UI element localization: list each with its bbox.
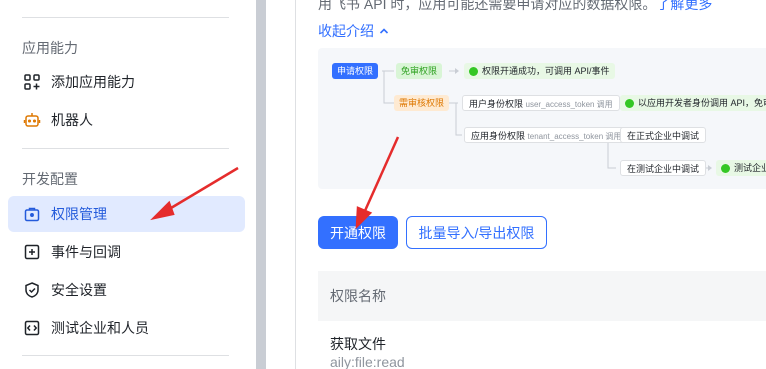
diagram-user-token: user_access_token 调用 <box>525 100 613 109</box>
sidebar-item-robot[interactable]: 机器人 <box>8 102 245 138</box>
chevron-up-icon <box>379 28 389 34</box>
check-circle-icon <box>625 98 634 108</box>
lock-icon <box>23 205 41 223</box>
diagram-free-result: 权限开通成功，可调用 API/事件 <box>464 63 615 79</box>
sidebar-item-events[interactable]: 事件与回调 <box>8 234 245 270</box>
shield-icon <box>23 281 41 299</box>
sidebar-item-label: 安全设置 <box>51 282 107 298</box>
section-title-app: 应用能力 <box>22 40 78 56</box>
sidebar-item-add-capability[interactable]: 添加应用能力 <box>8 64 245 100</box>
diagram-apply-tag: 申请权限 <box>332 63 379 79</box>
sidebar: 应用能力 添加应用能力 机器人 开发配置 权限管理 事件与回调 安全设置 测试企… <box>0 0 256 369</box>
diagram-user-perm-label: 用户身份权限 <box>469 99 524 109</box>
permission-row-scope: aily:file:read <box>330 354 405 369</box>
open-permission-button[interactable]: 开通权限 <box>318 216 398 249</box>
intro-text: 用飞书 API 时，应用可能还需要申请对应的数据权限。了解更多 <box>318 0 712 14</box>
sidebar-item-permissions[interactable]: 权限管理 <box>8 196 245 232</box>
diagram-user-result: 以应用开发者身份调用 API，免审 <box>620 95 766 111</box>
sidebar-item-label: 事件与回调 <box>51 244 121 260</box>
sidebar-item-label: 机器人 <box>51 112 93 128</box>
diagram-app-perm: 应用身份权限 tenant_access_token 调用 <box>464 127 629 143</box>
check-circle-icon <box>469 66 478 76</box>
sidebar-divider <box>22 148 229 149</box>
permission-flow-diagram: 申请权限 免审权限 权限开通成功，可调用 API/事件 需审核权限 用户身份权限… <box>318 48 766 189</box>
sidebar-item-label: 添加应用能力 <box>51 74 135 90</box>
collapse-label: 收起介绍 <box>318 23 374 39</box>
diagram-app-perm-label: 应用身份权限 <box>471 131 526 141</box>
code-icon <box>23 319 41 337</box>
grid-add-icon <box>23 73 41 91</box>
robot-icon <box>23 111 41 129</box>
sidebar-item-test-enterprise[interactable]: 测试企业和人员 <box>8 310 245 346</box>
intro-text-body: 用飞书 API 时，应用可能还需要申请对应的数据权限。 <box>318 0 657 12</box>
diagram-app-token: tenant_access_token 调用 <box>527 132 622 141</box>
sidebar-divider <box>22 17 229 18</box>
plus-square-icon <box>23 243 41 261</box>
sidebar-scrollbar[interactable] <box>256 0 266 369</box>
sidebar-divider <box>22 355 229 356</box>
column-permission-name: 权限名称 <box>330 288 386 304</box>
sidebar-item-label: 权限管理 <box>51 206 107 222</box>
diagram-test-result-text: 测试企业 <box>734 163 766 173</box>
diagram-free-tag: 免审权限 <box>396 63 443 79</box>
table-header: 权限名称 <box>318 271 766 321</box>
diagram-free-result-text: 权限开通成功，可调用 API/事件 <box>482 66 610 76</box>
check-circle-icon <box>721 163 730 173</box>
sidebar-item-security[interactable]: 安全设置 <box>8 272 245 308</box>
diagram-test-result: 测试企业 <box>716 160 766 176</box>
app-window: 应用能力 添加应用能力 机器人 开发配置 权限管理 事件与回调 安全设置 测试企… <box>0 0 766 369</box>
diagram-test-debug: 在测试企业中调试 <box>620 160 707 176</box>
collapse-intro-button[interactable]: 收起介绍 <box>318 21 390 41</box>
section-title-dev: 开发配置 <box>22 171 78 187</box>
diagram-review-tag: 需审核权限 <box>394 95 450 111</box>
sidebar-item-label: 测试企业和人员 <box>51 320 149 336</box>
permission-row-name: 获取文件 <box>330 336 386 352</box>
diagram-formal-debug: 在正式企业中调试 <box>620 127 707 143</box>
learn-more-link[interactable]: 了解更多 <box>656 0 712 12</box>
diagram-user-result-text: 以应用开发者身份调用 API，免审 <box>638 98 766 108</box>
diagram-user-perm: 用户身份权限 user_access_token 调用 <box>462 95 620 111</box>
main-content: 用飞书 API 时，应用可能还需要申请对应的数据权限。了解更多 收起介绍 申请权… <box>296 0 766 369</box>
batch-import-export-button[interactable]: 批量导入/导出权限 <box>406 216 547 249</box>
